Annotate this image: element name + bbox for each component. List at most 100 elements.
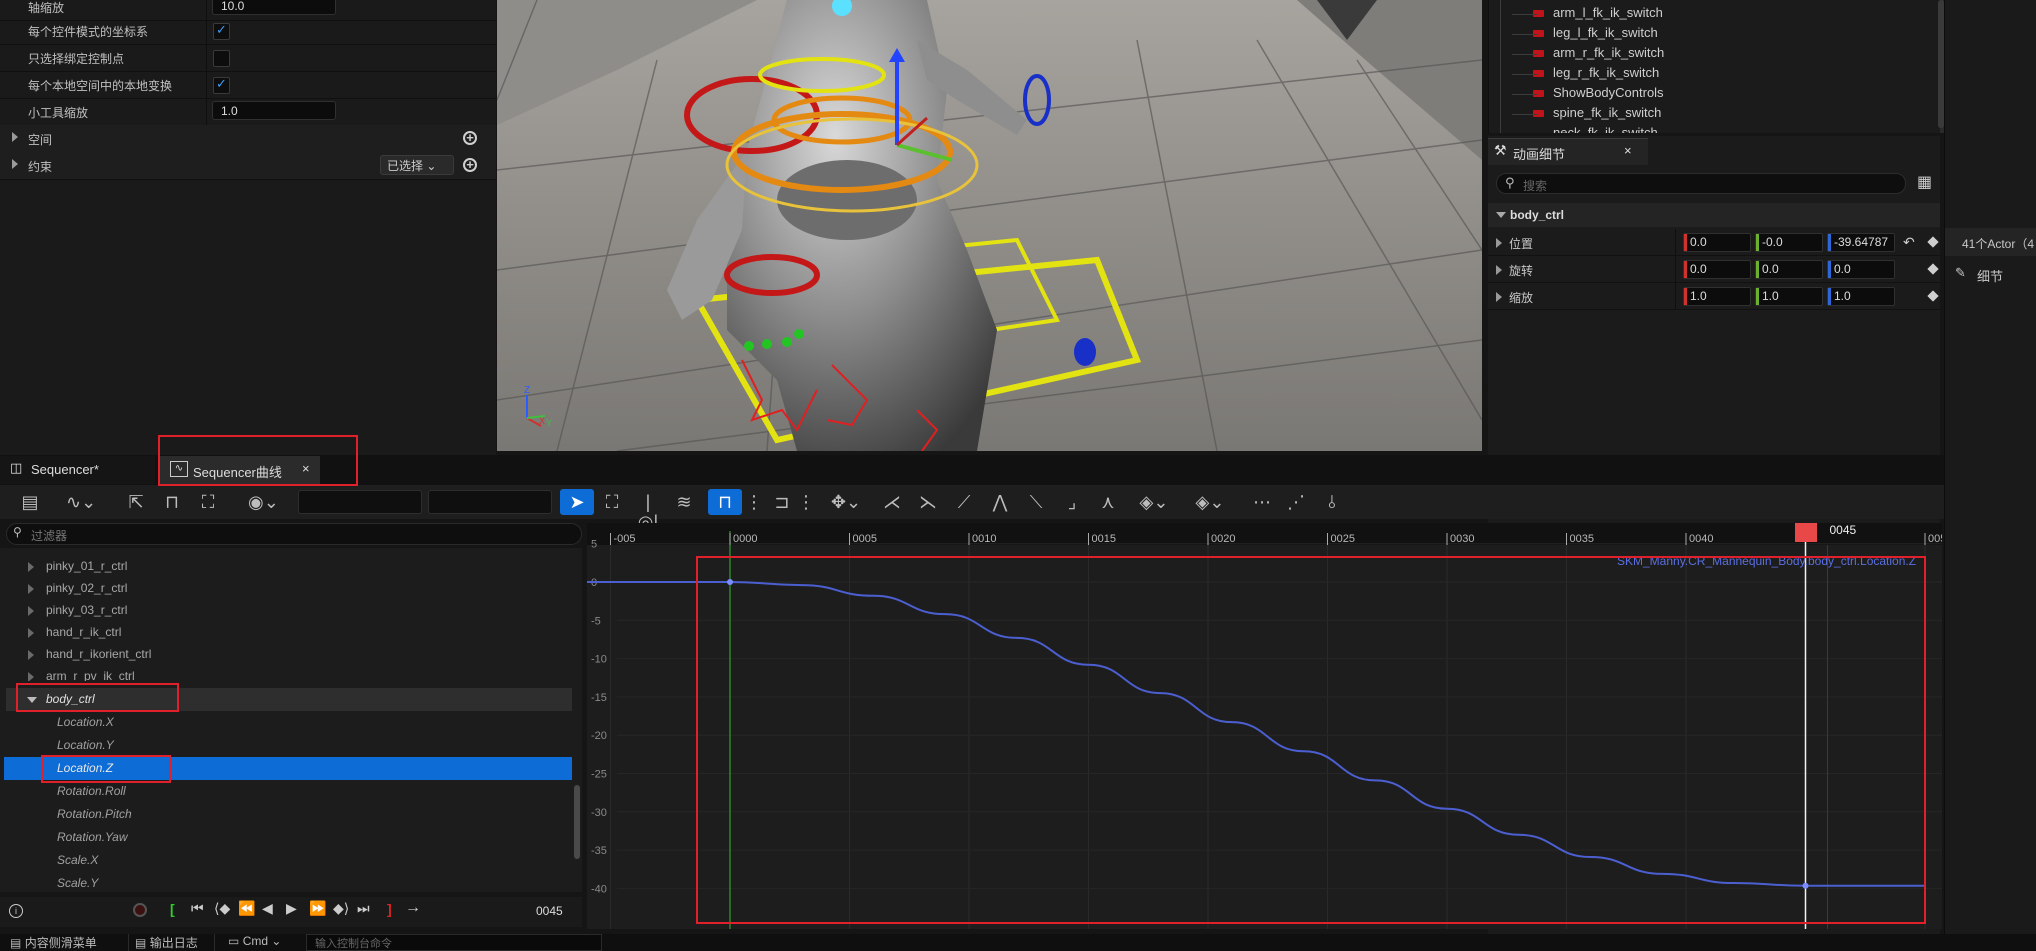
cmd-dropdown[interactable]: ▭ Cmd ⌄ xyxy=(228,934,281,948)
location-x-field[interactable]: 0.0 xyxy=(1683,233,1751,252)
tangent-auto-icon[interactable]: ⋌ xyxy=(880,492,904,512)
prev-key-icon[interactable]: ⟨◆ xyxy=(214,900,230,917)
next-key-icon[interactable]: ◆⟩ xyxy=(333,900,349,917)
tangent-break-icon[interactable]: ⟋ xyxy=(952,492,976,512)
curve-graph-svg[interactable]: -005 0000 0005 0010 0015 0020 0025 0030 0035 0040… xyxy=(587,523,1942,929)
tree-channel-item[interactable]: Rotation.Yaw xyxy=(0,826,572,849)
content-drawer-button[interactable]: ▤ 内容侧滑菜单 xyxy=(10,934,97,951)
timeline-ruler[interactable] xyxy=(587,523,1942,545)
level-viewport[interactable]: Z X Y xyxy=(497,0,1482,451)
multi-scale-icon[interactable]: ≋ xyxy=(672,492,696,512)
tree-scroll-thumb[interactable] xyxy=(574,785,580,859)
flatten-icon[interactable]: ⋏ xyxy=(1096,492,1120,512)
tab-sequencer-curves[interactable]: ∿ Sequencer曲线 × xyxy=(160,456,320,484)
visibility-dropdown-icon[interactable]: ◉⌄ xyxy=(248,492,279,512)
curve-view-dropdown-icon[interactable]: ∿⌄ xyxy=(66,492,96,512)
value-field[interactable] xyxy=(428,490,552,514)
reset-arrow-icon[interactable]: ↶ xyxy=(1903,234,1915,251)
outliner-item[interactable]: arm_l_fk_ik_switch xyxy=(1533,5,1663,23)
kebab-icon[interactable]: ⋮ xyxy=(794,492,818,512)
outliner-item[interactable]: neck_fk_ik_switch xyxy=(1553,125,1658,133)
expand-arrow-icon[interactable] xyxy=(28,672,34,681)
close-icon[interactable]: × xyxy=(302,461,310,476)
section-space[interactable]: 空间 + xyxy=(0,125,496,153)
tab-anim-details[interactable]: ⚒ 动画细节 × xyxy=(1488,138,1648,165)
add-circle-icon[interactable]: + xyxy=(463,158,477,172)
filter-dropdown-icon[interactable]: ◈⌄ xyxy=(1134,492,1174,512)
expand-arrow-icon[interactable] xyxy=(12,132,18,142)
location-y-field[interactable]: -0.0 xyxy=(1755,233,1823,252)
add-circle-icon[interactable]: + xyxy=(463,131,477,145)
snap-value-icon[interactable]: ⊐ xyxy=(770,492,794,512)
set-end-icon[interactable]: ] xyxy=(387,901,392,917)
tree-item[interactable]: pinky_01_r_ctrl xyxy=(0,555,572,578)
tree-item[interactable]: arm_r_pv_ik_ctrl xyxy=(0,665,572,681)
tree-channel-item[interactable]: Scale.Y xyxy=(0,872,572,895)
tab-details[interactable]: ✎ 细节 xyxy=(1945,262,2036,286)
coord-system-checkbox[interactable] xyxy=(213,22,230,40)
tree-channel-item-selected[interactable]: Location.Z xyxy=(4,757,572,780)
play-icon[interactable]: ▶ xyxy=(286,900,297,917)
gizmo-scale-field[interactable]: 1.0 xyxy=(212,101,336,120)
expand-arrow-icon[interactable] xyxy=(1496,292,1502,302)
transform-tool-icon[interactable]: ⛶ xyxy=(600,492,624,512)
expand-arrow-icon[interactable] xyxy=(1496,265,1502,275)
axis-scale-field[interactable]: 10.0 xyxy=(212,0,336,15)
collapse-arrow-icon[interactable] xyxy=(1496,212,1506,218)
tangent-constant-icon[interactable]: ⟍ xyxy=(1024,492,1048,512)
move-dropdown-icon[interactable]: ✥⌄ xyxy=(826,492,866,512)
save-icon[interactable]: ▤ xyxy=(18,492,42,512)
expand-arrow-icon[interactable] xyxy=(28,562,34,572)
constraint-dropdown[interactable]: 已选择 ⌄ xyxy=(380,155,454,175)
tree-channel-item[interactable]: Location.X xyxy=(0,711,572,734)
tree-channel-item[interactable]: Rotation.Pitch xyxy=(0,803,572,826)
expand-arrow-icon[interactable] xyxy=(28,650,34,660)
section-constraint[interactable]: 约束 已选择 ⌄ + xyxy=(0,152,496,180)
tree-filter-input[interactable]: ⚲ 过滤器 xyxy=(6,523,582,545)
rotation-z-field[interactable]: 0.0 xyxy=(1827,260,1895,279)
tree-item-body-ctrl[interactable]: body_ctrl xyxy=(6,688,572,711)
record-icon[interactable] xyxy=(133,903,147,917)
prev-frame-icon[interactable]: ⏪ xyxy=(238,900,255,917)
tangent-linear-icon[interactable]: ⋀ xyxy=(988,492,1012,512)
tangent-weighted-icon[interactable]: ⌟ xyxy=(1060,492,1084,512)
outliner-item[interactable]: leg_l_fk_ik_switch xyxy=(1533,25,1658,43)
location-z-field[interactable]: -39.64787 xyxy=(1827,233,1895,252)
loop-arrow-icon[interactable]: → xyxy=(405,899,421,917)
anim-details-search-input[interactable]: ⚲ 搜索 xyxy=(1496,173,1906,194)
snap-icon[interactable]: ⊓ xyxy=(708,489,742,515)
curve-filter-dropdown-icon[interactable]: ◈⌄ xyxy=(1190,492,1230,512)
output-log-button[interactable]: ▤ 输出日志 xyxy=(135,934,198,951)
scale-x-field[interactable]: 1.0 xyxy=(1683,287,1751,306)
console-input[interactable]: 输入控制台命令 xyxy=(306,934,602,951)
next-frame-icon[interactable]: ⏩ xyxy=(309,900,326,917)
expand-arrow-icon[interactable] xyxy=(28,628,34,638)
outliner-item[interactable]: arm_r_fk_ik_switch xyxy=(1533,45,1664,63)
curve-editor-graph[interactable]: -005 0000 0005 0010 0015 0020 0025 0030 0035 0040… xyxy=(587,523,1942,929)
tree-item[interactable]: hand_r_ik_ctrl xyxy=(0,621,572,644)
outliner-item[interactable]: spine_fk_ik_switch xyxy=(1533,105,1661,123)
expand-arrow-icon[interactable] xyxy=(28,584,34,594)
tangent-user-icon[interactable]: ⋋ xyxy=(916,492,940,512)
curve-key[interactable] xyxy=(1802,882,1809,889)
expand-arrow-icon[interactable] xyxy=(28,606,34,616)
info-icon[interactable]: i xyxy=(9,904,23,918)
close-icon[interactable]: × xyxy=(1624,143,1632,158)
play-reverse-icon[interactable]: ◀ xyxy=(262,900,273,917)
tree-channel-item[interactable]: Location.Y xyxy=(0,734,572,757)
curve-key[interactable] xyxy=(727,579,733,585)
straighten-icon[interactable]: ⋯ xyxy=(1250,492,1274,512)
focus-icon[interactable]: ⇱ xyxy=(124,492,148,512)
tree-item[interactable]: pinky_02_r_ctrl xyxy=(0,577,572,600)
select-tool-icon[interactable]: ➤ xyxy=(560,489,594,515)
outliner-item[interactable]: ShowBodyControls xyxy=(1533,85,1664,103)
select-bound-checkbox[interactable] xyxy=(213,50,230,67)
local-transform-checkbox[interactable] xyxy=(213,76,230,94)
smart-snap-icon[interactable]: ⋰ xyxy=(1284,492,1308,512)
tree-item[interactable]: pinky_03_r_ctrl xyxy=(0,599,572,622)
tree-channel-item[interactable]: Rotation.Roll xyxy=(0,780,572,803)
time-field[interactable] xyxy=(298,490,422,514)
rotation-x-field[interactable]: 0.0 xyxy=(1683,260,1751,279)
tween-icon[interactable]: ⫰ xyxy=(1320,492,1344,512)
rotation-y-field[interactable]: 0.0 xyxy=(1755,260,1823,279)
